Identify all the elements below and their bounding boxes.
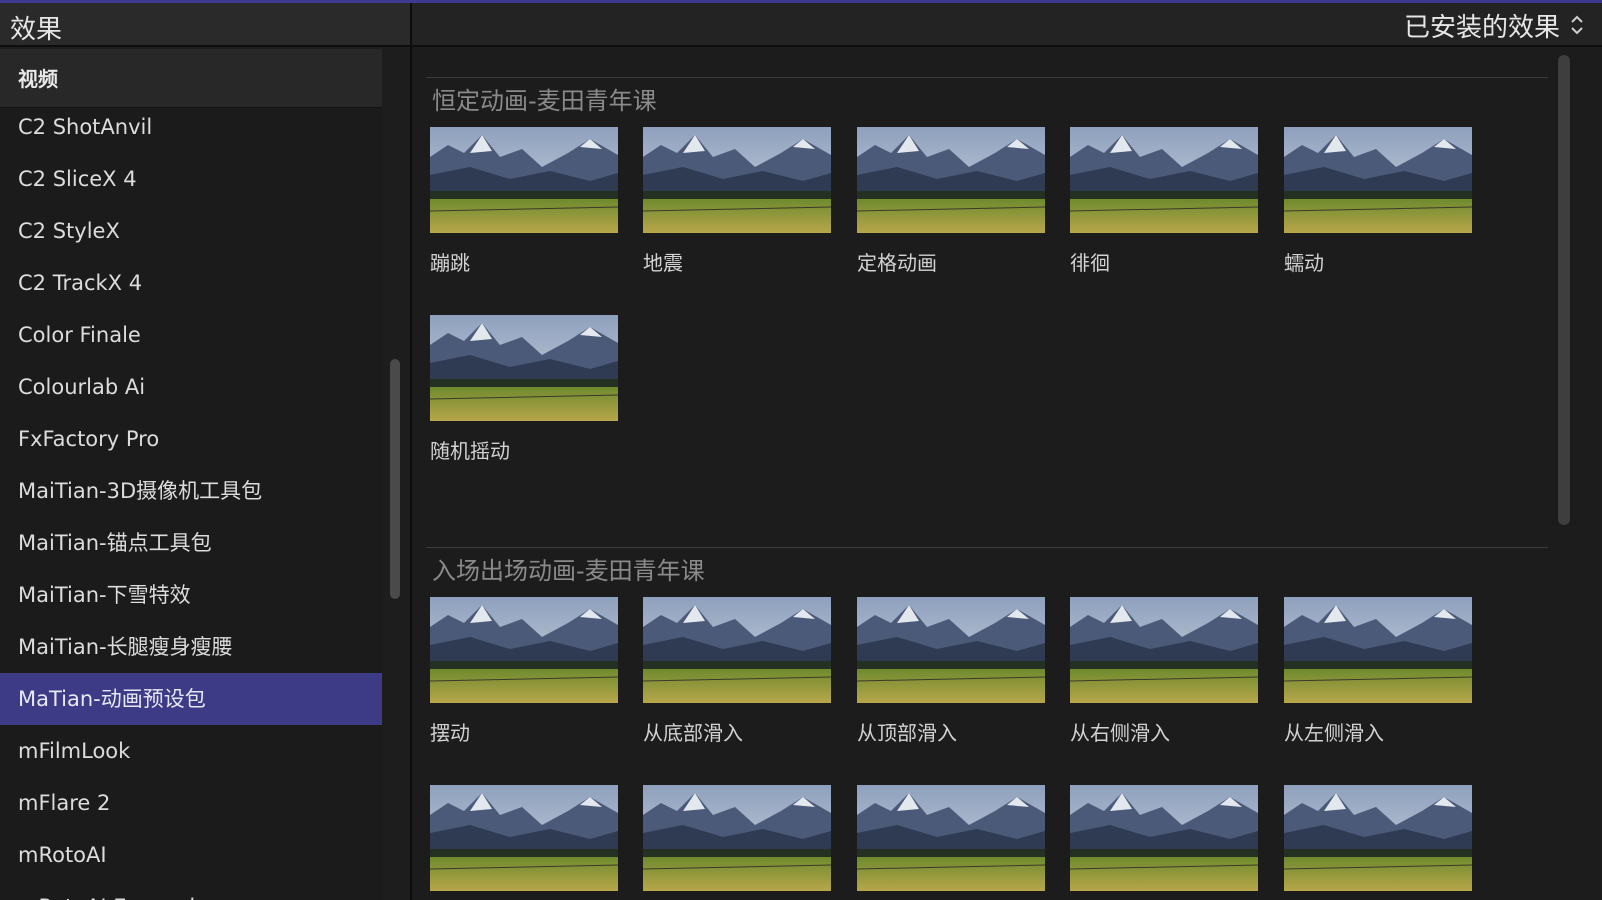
effect-thumbnail[interactable] (643, 127, 831, 233)
effect-thumbnail[interactable] (857, 785, 1045, 891)
effect-label: 蹦跳 (430, 251, 470, 275)
effect-label: 从底部滑入 (643, 721, 743, 745)
landscape-thumbnail-image (643, 597, 831, 703)
browser-scrollbar-thumb[interactable] (1558, 55, 1570, 525)
landscape-thumbnail-image (430, 785, 618, 891)
landscape-thumbnail-image (857, 785, 1045, 891)
effect-thumbnail[interactable] (1070, 127, 1258, 233)
effect-tile[interactable]: 从右侧滑入 (1070, 597, 1260, 746)
effect-tile[interactable]: 从左侧滑入 (1284, 597, 1474, 746)
effect-thumbnail[interactable] (643, 785, 831, 891)
category-item[interactable]: FxFactory Pro (0, 413, 382, 465)
category-item[interactable]: mFlare 2 (0, 777, 382, 829)
category-item[interactable]: MaiTian-3D摄像机工具包 (0, 465, 382, 517)
category-item[interactable]: mFilmLook (0, 725, 382, 777)
category-item[interactable]: Colourlab Ai (0, 361, 382, 413)
effect-thumbnail[interactable] (430, 127, 618, 233)
sidebar-header: 效果 (0, 3, 410, 47)
effect-thumbnail[interactable] (857, 127, 1045, 233)
effect-label: 从右侧滑入 (1070, 721, 1170, 745)
effect-thumbnail[interactable] (1284, 597, 1472, 703)
landscape-thumbnail-image (1284, 127, 1472, 233)
category-items: C2 ShotAnvil C2 SliceX 4 C2 StyleX C2 Track… (0, 101, 382, 900)
category-item[interactable]: C2 SliceX 4 (0, 153, 382, 205)
category-section-label: 视频 (18, 67, 58, 91)
effect-thumbnail[interactable] (1284, 785, 1472, 891)
group-title: 入场出场动画-麦田青年课 (432, 557, 705, 585)
effect-tile[interactable]: 蠕动 (1284, 127, 1474, 276)
effects-browser: 已安装的效果 恒定动画-麦田青年课蹦跳 地震 定格动画 徘徊 蠕动随机摇动入场出场动画-… (412, 3, 1602, 900)
effect-tile[interactable]: 地震 (643, 127, 833, 276)
category-item[interactable]: C2 ShotAnvil (0, 101, 382, 153)
landscape-thumbnail-image (1284, 785, 1472, 891)
category-item[interactable]: MaTian-动画预设包 (0, 673, 382, 725)
effect-thumbnail[interactable] (857, 597, 1045, 703)
group-divider (426, 547, 1548, 548)
category-item[interactable]: MaiTian-长腿瘦身瘦腰 (0, 621, 382, 673)
effect-tile[interactable]: 定格动画 (857, 127, 1047, 276)
landscape-thumbnail-image (430, 127, 618, 233)
browser-header: 已安装的效果 (412, 3, 1602, 47)
effect-tile[interactable]: 对角旋转 (857, 785, 1047, 900)
effect-label: 地震 (643, 251, 683, 275)
effect-label: 随机摇动 (430, 439, 510, 463)
landscape-thumbnail-image (857, 127, 1045, 233)
landscape-thumbnail-image (1284, 597, 1472, 703)
effect-tile[interactable]: 徘徊 (1070, 127, 1260, 276)
effect-thumbnail[interactable] (643, 597, 831, 703)
effect-tile[interactable]: 反向摆动 (1070, 785, 1260, 900)
installed-effects-label: 已安装的效果 (1403, 12, 1560, 43)
landscape-thumbnail-image (1070, 597, 1258, 703)
category-item[interactable]: C2 TrackX 4 (0, 257, 382, 309)
effect-label: 蠕动 (1284, 251, 1324, 275)
group-divider (426, 77, 1548, 78)
landscape-thumbnail-image (1070, 785, 1258, 891)
category-item[interactable]: mRotoAI Expansions (0, 881, 382, 900)
effects-sidebar: 效果 视频 C2 ShotAnvil C2 SliceX 4 C2 StyleX C2… (0, 3, 412, 900)
category-item[interactable]: C2 StyleX (0, 205, 382, 257)
effect-thumbnail[interactable] (430, 597, 618, 703)
landscape-thumbnail-image (1070, 127, 1258, 233)
landscape-thumbnail-image (643, 785, 831, 891)
effect-label: 徘徊 (1070, 251, 1110, 275)
effect-tile[interactable]: 蹦跳 (430, 127, 620, 276)
effect-tile[interactable]: 从底部滑入 (643, 597, 833, 746)
effect-label: 从左侧滑入 (1284, 721, 1384, 745)
category-section-video[interactable]: 视频 (0, 49, 382, 108)
effect-label: 摆动 (430, 721, 470, 745)
effect-thumbnail[interactable] (430, 785, 618, 891)
browser-scrollbar[interactable] (1550, 49, 1602, 900)
category-item[interactable]: MaiTian-锚点工具包 (0, 517, 382, 569)
chevron-updown-icon (1571, 15, 1583, 35)
landscape-thumbnail-image (430, 597, 618, 703)
category-item[interactable]: mRotoAI (0, 829, 382, 881)
effect-label: 定格动画 (857, 251, 937, 275)
effect-thumbnail[interactable] (1070, 597, 1258, 703)
category-item[interactable]: MaiTian-下雪特效 (0, 569, 382, 621)
effect-thumbnail[interactable] (430, 315, 618, 421)
effect-label: 从顶部滑入 (857, 721, 957, 745)
effect-thumbnail[interactable] (1070, 785, 1258, 891)
effect-tile[interactable]: 摆动 (430, 597, 620, 746)
sidebar-scrollbar[interactable] (382, 49, 410, 900)
landscape-thumbnail-image (857, 597, 1045, 703)
effect-tile[interactable]: 随机摇动 (430, 315, 620, 464)
effect-tile[interactable]: 从顶部滑入 (857, 597, 1047, 746)
landscape-thumbnail-image (643, 127, 831, 233)
effect-tile[interactable]: 快速旋转 (1284, 785, 1474, 900)
effect-tile[interactable]: 弹性缩放 (643, 785, 833, 900)
group-title: 恒定动画-麦田青年课 (432, 87, 657, 115)
landscape-thumbnail-image (430, 315, 618, 421)
installed-effects-popup[interactable]: 已安装的效果 (1403, 9, 1584, 43)
category-item[interactable]: Color Finale (0, 309, 382, 361)
effects-grid: 恒定动画-麦田青年课蹦跳 地震 定格动画 徘徊 蠕动随机摇动入场出场动画-麦田青年课摆动… (412, 49, 1550, 900)
effect-thumbnail[interactable] (1284, 127, 1472, 233)
sidebar-title: 效果 (10, 15, 63, 45)
effect-tile[interactable]: 弹入 (430, 785, 620, 900)
sidebar-scrollbar-thumb[interactable] (390, 359, 400, 599)
category-list[interactable]: 视频 C2 ShotAnvil C2 SliceX 4 C2 StyleX C2 Tr… (0, 49, 382, 900)
